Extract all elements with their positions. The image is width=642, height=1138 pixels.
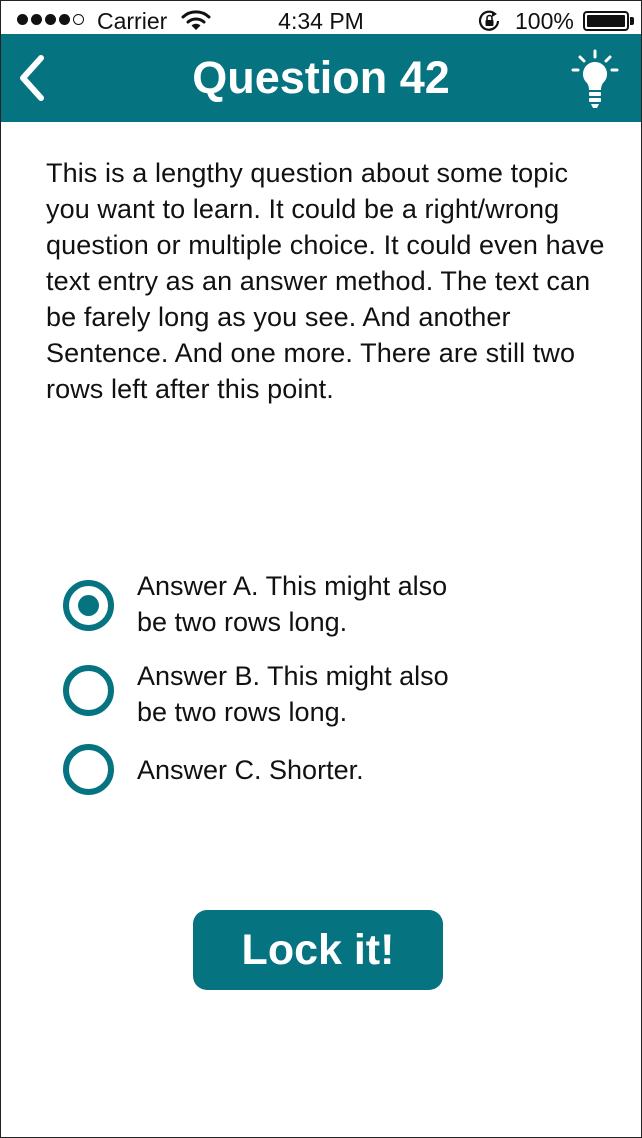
answer-label: Answer C. Shorter.: [137, 752, 517, 788]
chevron-left-icon: [20, 55, 44, 101]
battery-tip: [630, 17, 634, 25]
radio-unselected-icon[interactable]: [63, 744, 114, 795]
battery-icon: [583, 11, 629, 31]
answer-option-b[interactable]: Answer B. This might also be two rows lo…: [63, 661, 563, 731]
question-text: This is a lengthy question about some to…: [46, 158, 605, 404]
back-button[interactable]: [9, 50, 61, 106]
answer-label-line: Answer C. Shorter.: [137, 755, 364, 785]
answer-label-line: be two rows long.: [137, 607, 348, 637]
hint-button[interactable]: [567, 48, 623, 110]
nav-bar: Question 42: [1, 34, 641, 122]
radio-selected-icon[interactable]: [63, 580, 114, 631]
page-title: Question 42: [192, 52, 450, 103]
answer-label: Answer B. This might also be two rows lo…: [137, 658, 517, 730]
answer-label: Answer A. This might also be two rows lo…: [137, 568, 517, 640]
lock-answer-button[interactable]: Lock it!: [193, 910, 443, 990]
radio-dot: [78, 595, 99, 616]
radio-unselected-icon[interactable]: [63, 665, 114, 716]
answer-option-a[interactable]: Answer A. This might also be two rows lo…: [63, 571, 563, 641]
answer-option-c[interactable]: Answer C. Shorter.: [63, 743, 563, 799]
battery-percent: 100%: [515, 8, 574, 34]
lightbulb-icon: [571, 49, 619, 108]
answer-label-line: be two rows long.: [137, 697, 348, 727]
answer-label-line: Answer A. This might also: [137, 571, 448, 601]
answer-label-line: Answer B. This might also: [137, 661, 449, 691]
phone-screen: Carrier 4:34 PM 100% Question 42 This is…: [0, 0, 642, 1138]
